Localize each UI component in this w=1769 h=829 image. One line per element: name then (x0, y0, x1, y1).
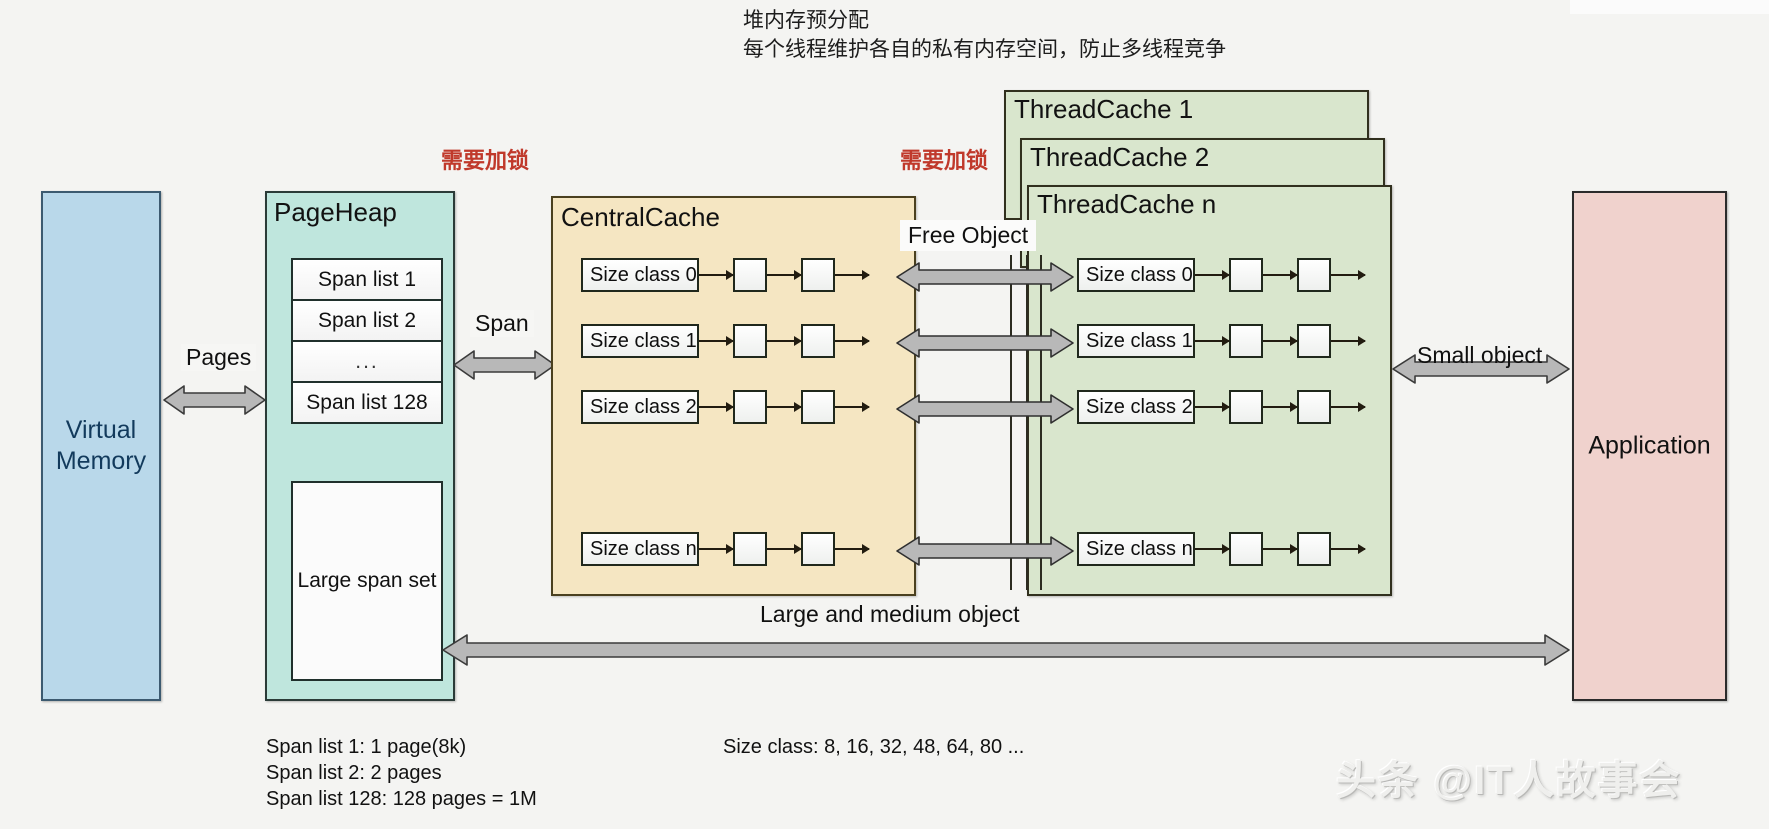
link-arrow (835, 544, 870, 554)
free-list-node (1297, 258, 1331, 292)
central-size-class-label: Size class 0 (581, 258, 699, 292)
thread-size-class-row: Size class 2 (1077, 390, 1366, 424)
span-list-table: Span list 1 Span list 2 ... Span list 12… (291, 258, 443, 424)
link-arrow (699, 270, 734, 280)
thread-size-class-label: Size class 2 (1077, 390, 1195, 424)
virtual-memory-label: Virtual Memory (43, 415, 159, 477)
span-list-row: Span list 1 (293, 260, 441, 301)
annotation-line-1: 堆内存预分配 (743, 9, 869, 32)
thread-cache-2-title: ThreadCache 2 (1030, 142, 1210, 172)
free-list-node (801, 258, 835, 292)
span-legend-line-1: Span list 1: 1 page(8k) (266, 736, 467, 758)
pageheap-lock-label: 需要加锁 (441, 148, 530, 173)
thread-size-class-row: Size class 0 (1077, 258, 1366, 292)
thread-cache-n-title: ThreadCache n (1037, 189, 1217, 219)
link-arrow (767, 544, 802, 554)
span-arrow (452, 345, 557, 385)
link-arrow (1263, 402, 1298, 412)
span-legend-line-2: Span list 2: 2 pages (266, 762, 442, 784)
free-list-node (801, 324, 835, 358)
central-size-class-row: Size class n (581, 532, 870, 566)
free-object-arrow (895, 257, 1075, 297)
central-size-class-label: Size class n (581, 532, 699, 566)
link-arrow (1331, 270, 1366, 280)
link-arrow (699, 544, 734, 554)
link-arrow (1263, 336, 1298, 346)
free-list-node (801, 390, 835, 424)
free-list-node (733, 258, 767, 292)
pages-arrow-label: Pages (181, 344, 257, 371)
large-medium-object-label: Large and medium object (760, 601, 1020, 627)
thread-size-class-label: Size class n (1077, 532, 1195, 566)
free-list-node (733, 390, 767, 424)
span-list-row: ... (293, 342, 441, 383)
thread-size-class-row: Size class n (1077, 532, 1366, 566)
free-list-node (733, 324, 767, 358)
span-arrow-label: Span (470, 310, 534, 337)
free-list-node (1297, 390, 1331, 424)
link-arrow (1263, 270, 1298, 280)
central-size-class-label: Size class 2 (581, 390, 699, 424)
link-arrow (1195, 402, 1230, 412)
application-box: Application (1572, 191, 1727, 701)
link-arrow (835, 336, 870, 346)
pages-arrow (162, 380, 267, 420)
link-arrow (1195, 336, 1230, 346)
watermark: 头条 @IT人故事会 (1336, 759, 1682, 803)
link-arrow (699, 402, 734, 412)
link-arrow (1331, 402, 1366, 412)
centralcache-lock-label: 需要加锁 (900, 148, 989, 173)
free-list-node (733, 532, 767, 566)
link-arrow (767, 402, 802, 412)
link-arrow (1195, 270, 1230, 280)
thread-size-class-label: Size class 0 (1077, 258, 1195, 292)
central-size-class-row: Size class 0 (581, 258, 870, 292)
pageheap-box: PageHeap Span list 1 Span list 2 ... Spa… (265, 191, 455, 701)
span-list-row: Span list 2 (293, 301, 441, 342)
free-list-node (1229, 390, 1263, 424)
thread-size-class-row: Size class 1 (1077, 324, 1366, 358)
virtual-memory-label-line-1: Virtual (65, 416, 137, 444)
large-medium-object-arrow (441, 630, 1571, 670)
thread-cache-n-box: ThreadCache n Size class 0 Size class 1 … (1027, 185, 1392, 596)
link-arrow (699, 336, 734, 346)
free-list-node (1297, 324, 1331, 358)
small-object-label: Small object (1417, 342, 1543, 368)
virtual-memory-box: Virtual Memory (41, 191, 161, 701)
link-arrow (1263, 544, 1298, 554)
free-object-arrow (895, 323, 1075, 363)
central-size-class-row: Size class 2 (581, 390, 870, 424)
virtual-memory-label-line-2: Memory (55, 447, 147, 475)
free-object-arrow (895, 531, 1075, 571)
thread-size-class-label: Size class 1 (1077, 324, 1195, 358)
span-list-row: Span list 128 (293, 383, 441, 422)
link-arrow (767, 270, 802, 280)
annotation-line-2: 每个线程维护各自的私有内存空间，防止多线程竞争 (743, 38, 1226, 61)
span-legend-line-3: Span list 128: 128 pages = 1M (266, 788, 537, 810)
link-arrow (767, 336, 802, 346)
link-arrow (1331, 336, 1366, 346)
link-arrow (1331, 544, 1366, 554)
thread-cache-1-title: ThreadCache 1 (1014, 94, 1194, 124)
free-list-node (1229, 324, 1263, 358)
free-list-node (1229, 532, 1263, 566)
central-size-class-row: Size class 1 (581, 324, 870, 358)
link-arrow (835, 402, 870, 412)
free-list-node (1297, 532, 1331, 566)
free-object-arrow (895, 389, 1075, 429)
pageheap-title: PageHeap (274, 197, 397, 227)
link-arrow (1195, 544, 1230, 554)
diagram-canvas: 堆内存预分配 每个线程维护各自的私有内存空间，防止多线程竞争 需要加锁 需要加锁… (0, 0, 1769, 829)
free-object-label: Free Object (900, 220, 1037, 251)
large-span-set-box: Large span set (291, 481, 443, 681)
corner-artifact (1570, 0, 1769, 14)
free-list-node (1229, 258, 1263, 292)
free-list-node (801, 532, 835, 566)
central-size-class-label: Size class 1 (581, 324, 699, 358)
application-label: Application (1588, 431, 1711, 460)
central-cache-title: CentralCache (561, 202, 720, 232)
link-arrow (835, 270, 870, 280)
central-cache-box: CentralCache Size class 0 Size class 1 S… (551, 196, 916, 596)
size-class-legend: Size class: 8, 16, 32, 48, 64, 80 ... (723, 736, 1025, 758)
